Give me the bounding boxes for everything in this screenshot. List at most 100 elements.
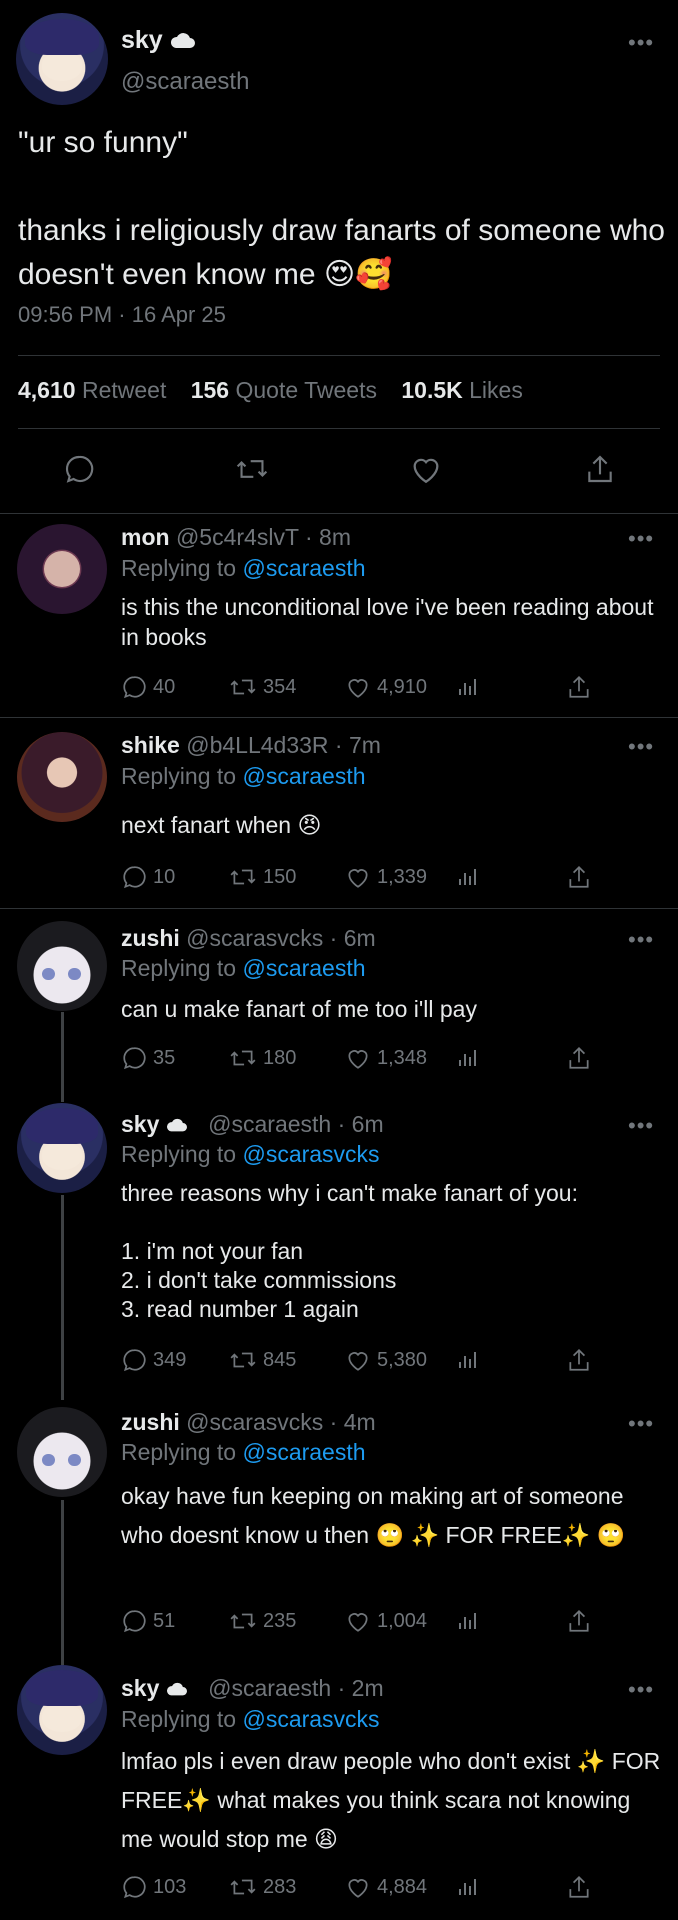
replying-to-link[interactable]: @scaraesth — [242, 763, 365, 789]
retweet-button[interactable]: 180 — [229, 1045, 296, 1071]
reply-time[interactable]: · 6m — [338, 1111, 384, 1137]
reply-time[interactable]: · 2m — [338, 1675, 384, 1701]
reply-tweet[interactable]: zushi @scarasvcks · 4m ••• Replying to @… — [0, 1397, 678, 1657]
like-button[interactable]: 1,339 — [345, 864, 427, 890]
reply-button[interactable]: 349 — [121, 1347, 186, 1373]
quote-count[interactable]: 156 — [191, 377, 229, 403]
like-count: 1,348 — [377, 1046, 428, 1069]
more-options-icon[interactable]: ••• — [628, 30, 654, 56]
author-name[interactable]: shike — [121, 732, 180, 758]
analytics-button[interactable] — [456, 864, 486, 890]
more-options-icon[interactable]: ••• — [628, 1411, 654, 1437]
more-options-icon[interactable]: ••• — [628, 1677, 654, 1703]
author-handle[interactable]: @scarasvcks — [186, 925, 323, 951]
retweet-button[interactable]: 235 — [229, 1608, 296, 1634]
analytics-button[interactable] — [456, 1045, 486, 1071]
replying-to-link[interactable]: @scaraesth — [242, 955, 365, 981]
reply-time[interactable]: · 8m — [305, 524, 351, 550]
retweet-button[interactable]: 150 — [229, 864, 296, 890]
reply-count: 40 — [153, 675, 176, 698]
avatar[interactable] — [16, 13, 108, 105]
reply-time[interactable]: · 6m — [330, 925, 376, 951]
avatar[interactable] — [17, 1407, 107, 1497]
reply-count: 103 — [153, 1875, 187, 1898]
reply-tweet[interactable]: sky @scaraesth · 2m ••• Replying to @sca… — [0, 1657, 678, 1920]
retweet-icon[interactable] — [235, 453, 269, 485]
reply-button[interactable]: 103 — [121, 1874, 186, 1900]
author-handle[interactable]: @b4LL4d33R — [186, 732, 328, 758]
more-options-icon[interactable]: ••• — [628, 927, 654, 953]
like-label[interactable]: Likes — [469, 377, 523, 403]
avatar[interactable] — [17, 732, 107, 822]
tweet-timestamp[interactable]: 09:56 PM · 16 Apr 25 — [18, 302, 226, 328]
avatar[interactable] — [17, 524, 107, 614]
more-options-icon[interactable]: ••• — [628, 1113, 654, 1139]
replying-to: Replying to @scaraesth — [121, 955, 366, 982]
retweet-count[interactable]: 4,610 — [18, 377, 76, 403]
share-button[interactable] — [567, 1874, 597, 1900]
retweet-button[interactable]: 354 — [229, 674, 296, 700]
reply-button[interactable]: 10 — [121, 864, 175, 890]
retweet-button[interactable]: 845 — [229, 1347, 296, 1373]
quote-label[interactable]: Quote Tweets — [235, 377, 377, 403]
like-count[interactable]: 10.5K — [401, 377, 462, 403]
reply-button[interactable]: 51 — [121, 1608, 175, 1634]
reply-text: okay have fun keeping on making art of s… — [121, 1483, 626, 1548]
analytics-icon — [459, 1352, 476, 1368]
share-button[interactable] — [567, 1045, 597, 1071]
author-handle[interactable]: @scaraesth — [208, 1111, 331, 1137]
analytics-button[interactable] — [456, 1874, 486, 1900]
replying-to-link[interactable]: @scaraesth — [242, 555, 365, 581]
replying-to-link[interactable]: @scaraesth — [242, 1439, 365, 1465]
reply-button[interactable]: 35 — [121, 1045, 175, 1071]
reply-tweet[interactable]: shike @b4LL4d33R · 7m ••• Replying to @s… — [0, 718, 678, 908]
more-options-icon[interactable]: ••• — [628, 734, 654, 760]
analytics-icon — [459, 1050, 476, 1066]
author-handle[interactable]: @scaraesth — [208, 1675, 331, 1701]
like-button[interactable]: 4,884 — [345, 1874, 427, 1900]
reply-time[interactable]: · 7m — [335, 732, 381, 758]
like-button[interactable]: 4,910 — [345, 674, 427, 700]
like-button[interactable]: 5,380 — [345, 1347, 427, 1373]
analytics-button[interactable] — [456, 674, 486, 700]
avatar[interactable] — [17, 1665, 107, 1755]
author-handle[interactable]: @5c4r4slvT — [176, 524, 299, 550]
author-name[interactable]: mon — [121, 524, 170, 550]
retweet-label[interactable]: Retweet — [82, 377, 166, 403]
share-button[interactable] — [567, 1347, 597, 1373]
avatar[interactable] — [17, 1103, 107, 1193]
replying-to-link[interactable]: @scarasvcks — [242, 1141, 379, 1167]
reply-tweet[interactable]: mon @5c4r4slvT · 8m ••• Replying to @sca… — [0, 514, 678, 717]
retweet-button[interactable]: 283 — [229, 1874, 296, 1900]
like-icon[interactable] — [409, 453, 443, 485]
reply-tweet[interactable]: sky @scaraesth · 6m ••• Replying to @sca… — [0, 1099, 678, 1397]
reply-time[interactable]: · 4m — [330, 1409, 376, 1435]
action-bar: 40 354 4,910 — [121, 674, 601, 704]
retweet-count: 235 — [263, 1609, 297, 1632]
analytics-button[interactable] — [456, 1347, 486, 1373]
reply-count: 349 — [153, 1348, 187, 1371]
analytics-button[interactable] — [456, 1608, 486, 1634]
more-options-icon[interactable]: ••• — [628, 526, 654, 552]
reply-tweet[interactable]: zushi @scarasvcks · 6m ••• Replying to @… — [0, 909, 678, 1099]
reply-header: sky @scaraesth · 6m — [121, 1111, 384, 1138]
share-button[interactable] — [567, 1608, 597, 1634]
author-name[interactable]: sky — [121, 1111, 159, 1137]
author-name[interactable]: zushi — [121, 1409, 180, 1435]
share-button[interactable] — [567, 864, 597, 890]
author-handle[interactable]: @scaraesth — [121, 68, 249, 96]
reply-button[interactable]: 40 — [121, 674, 175, 700]
replying-to: Replying to @scarasvcks — [121, 1706, 380, 1733]
like-button[interactable]: 1,348 — [345, 1045, 427, 1071]
replying-to: Replying to @scaraesth — [121, 1439, 366, 1466]
share-button[interactable] — [567, 674, 597, 700]
share-icon[interactable] — [585, 453, 615, 485]
author-name[interactable]: sky — [121, 26, 196, 55]
author-name[interactable]: sky — [121, 1675, 159, 1701]
avatar[interactable] — [17, 921, 107, 1011]
author-handle[interactable]: @scarasvcks — [186, 1409, 323, 1435]
like-button[interactable]: 1,004 — [345, 1608, 427, 1634]
replying-to-link[interactable]: @scarasvcks — [242, 1706, 379, 1732]
author-name[interactable]: zushi — [121, 925, 180, 951]
reply-icon[interactable] — [63, 453, 95, 485]
